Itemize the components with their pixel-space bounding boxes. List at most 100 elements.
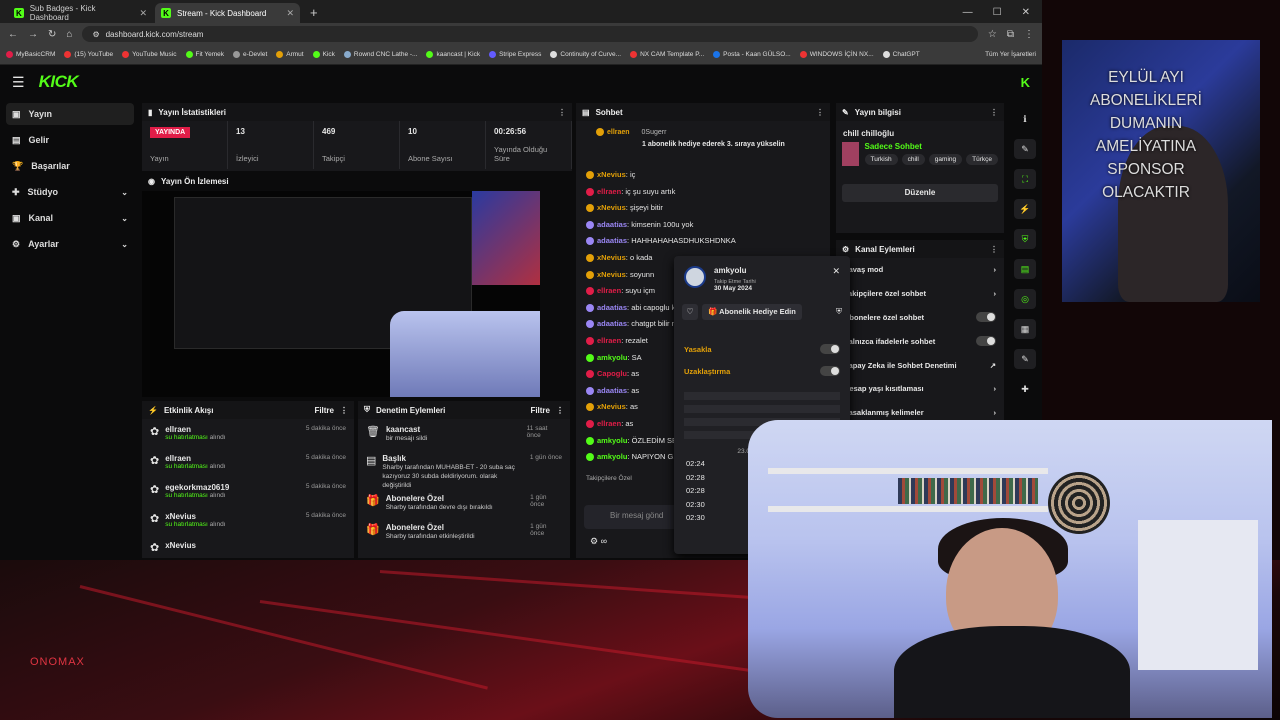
more-options-icon[interactable]: ⋮ (340, 406, 348, 415)
site-info-icon[interactable]: ⚙ (92, 30, 99, 39)
chat-username[interactable]: xNevius (597, 203, 626, 212)
more-options-icon[interactable]: ⋮ (990, 108, 998, 117)
maximize-icon[interactable]: ☐ (993, 7, 1002, 18)
channel-action[interactable]: Yapay Zeka ile Sohbet Denetimi ↗ (836, 353, 1004, 377)
add-widget-icon[interactable]: ✚ (1014, 379, 1036, 399)
nav-item[interactable]: ⚙ Ayarlar ⌄ (6, 233, 134, 255)
chat-username[interactable]: Capoglu (597, 369, 627, 378)
url-field[interactable]: ⚙ dashboard.kick.com/stream (82, 26, 978, 42)
broadcast-icon[interactable]: ◎ (1014, 289, 1036, 309)
bookmark-item[interactable]: MyBasicCRM (6, 50, 55, 58)
more-options-icon[interactable]: ⋮ (558, 108, 566, 117)
bookmark-star-icon[interactable]: ☆ (988, 29, 997, 40)
bookmark-item[interactable]: Kick (312, 50, 335, 58)
chat-username[interactable]: adaatias (597, 386, 627, 395)
chat-message[interactable]: adaatias: kimsenin 100u yok (586, 217, 820, 234)
wrench-icon[interactable]: ✎ (1014, 349, 1036, 369)
chat-message[interactable]: ellraen: iç şu suyu artık (586, 184, 820, 201)
back-icon[interactable]: ← (8, 29, 18, 40)
chat-username[interactable]: xNevius (597, 170, 626, 179)
moderation-item[interactable]: 🎁 Abonelere Özel Sharby tarafından devre d… (366, 490, 562, 519)
nav-item[interactable]: ▤ Gelir (6, 129, 134, 151)
activity-item[interactable]: ✿ ellraen su hatırlatması alındı 5 dakika ö… (150, 450, 346, 479)
chat-username[interactable]: amkyolu (597, 353, 627, 362)
edit-button[interactable]: Düzenle (842, 184, 998, 202)
chevron-right-icon[interactable]: › (994, 408, 997, 417)
bookmark-item[interactable]: Posta - Kaan GÜLSO... (713, 50, 791, 58)
expand-icon[interactable]: ⛶ (1014, 169, 1036, 189)
bookmark-item[interactable]: Armut (276, 50, 304, 58)
chat-message[interactable]: xNevius: şişeyi bitir (586, 200, 820, 217)
shield-icon[interactable]: ⛨ (1014, 229, 1036, 249)
toggle-switch[interactable] (976, 312, 996, 323)
ban-toggle[interactable] (820, 344, 840, 354)
info-icon[interactable]: ℹ (1014, 109, 1036, 129)
close-icon[interactable]: ✕ (832, 266, 840, 292)
nav-item[interactable]: ✚ Stüdyo ⌄ (6, 181, 134, 203)
all-bookmarks[interactable]: Tüm Yer İşaretleri (985, 51, 1036, 58)
hamburger-menu-icon[interactable]: ☰ (12, 74, 25, 91)
kick-logo[interactable]: KICK (39, 72, 79, 92)
chevron-down-icon[interactable]: ⌄ (121, 240, 128, 249)
bookmark-item[interactable]: Stripe Express (489, 50, 541, 58)
minimize-icon[interactable]: — (963, 7, 973, 18)
follow-heart-button[interactable]: ♡ (682, 304, 698, 320)
more-options-icon[interactable]: ⋮ (816, 108, 824, 117)
bookmark-item[interactable]: ChatGPT (882, 50, 920, 58)
stream-tag[interactable]: Turkish (864, 154, 898, 165)
menu-dots-icon[interactable]: ⋮ (1024, 29, 1034, 40)
stream-preview[interactable] (142, 191, 540, 397)
filter-button[interactable]: Filtre (530, 406, 550, 415)
tab-stream[interactable]: K Stream - Kick Dashboard ✕ (155, 3, 300, 23)
moderation-item[interactable]: 🎁 Abonelere Özel Sharby tarafından etkinle… (366, 519, 562, 548)
new-tab-icon[interactable]: + (302, 5, 326, 23)
tab-sub-badges[interactable]: K Sub Badges - Kick Dashboard ✕ (8, 3, 153, 23)
reload-icon[interactable]: ↻ (48, 29, 56, 40)
gift-sub-button[interactable]: 🎁 Abonelik Hediye Edin (702, 304, 802, 320)
close-icon[interactable]: ✕ (286, 8, 294, 19)
bookmark-item[interactable]: (15) YouTube (64, 50, 113, 58)
chat-message[interactable]: xNevius: iç (586, 167, 820, 184)
chat-username[interactable]: ellraen (597, 286, 621, 295)
chat-username[interactable]: amkyolu (597, 452, 627, 461)
channel-action[interactable]: Yavaş mod › (836, 258, 1004, 282)
nav-item[interactable]: ▣ Yayın (6, 103, 134, 125)
chat-username[interactable]: xNevius (597, 270, 626, 279)
kick-k-icon[interactable]: K (1021, 75, 1030, 90)
chat-username[interactable]: amkyolu (597, 436, 627, 445)
chat-message[interactable]: adaatias: HAHHAHAHASDHUKSHDNKA (586, 233, 820, 250)
bookmark-item[interactable]: kaancast | Kick (426, 50, 480, 58)
chat-username[interactable]: adaatias (597, 220, 627, 229)
bookmark-item[interactable]: WINDOWS İÇİN NX... (799, 50, 874, 58)
moderation-item[interactable]: 🗑 kaancast bir mesajı sildi 11 saat önce (366, 421, 562, 450)
nav-item[interactable]: 🏆 Başarılar (6, 155, 134, 177)
bookmark-item[interactable]: YouTube Music (122, 50, 177, 58)
more-options-icon[interactable]: ⋮ (990, 245, 998, 254)
chevron-down-icon[interactable]: ⌄ (121, 214, 128, 223)
close-window-icon[interactable]: ✕ (1022, 7, 1030, 18)
chevron-right-icon[interactable]: › (994, 265, 997, 274)
bookmark-item[interactable]: NX CAM Template P... (630, 50, 704, 58)
chat-username[interactable]: adaatias (597, 319, 627, 328)
layout-icon[interactable]: ▦ (1014, 319, 1036, 339)
chat-username[interactable]: ellraen (597, 187, 621, 196)
activity-item[interactable]: ✿ egekorkmaz0619 su hatırlatması alındı 5 d… (150, 479, 346, 508)
filter-button[interactable]: Filtre (314, 406, 334, 415)
activity-item[interactable]: ✿ xNevius (150, 537, 346, 558)
chat-username[interactable]: ellraen (597, 336, 621, 345)
channel-action[interactable]: Abonelere özel sohbet (836, 306, 1004, 330)
pencil-icon[interactable]: ✎ (1014, 139, 1036, 159)
chevron-right-icon[interactable]: › (994, 289, 997, 298)
activity-item[interactable]: ✿ ellraen su hatırlatması alındı 5 dakika ö… (150, 421, 346, 450)
bookmark-item[interactable]: Rownd CNC Lathe -... (343, 50, 417, 58)
moderation-item[interactable]: ▤ Başlık Sharby tarafından MUHABB-ET - 20 … (366, 450, 562, 490)
forward-icon[interactable]: → (28, 29, 38, 40)
chevron-right-icon[interactable]: › (994, 384, 997, 393)
channel-action[interactable]: Hesap yaşı kısıtlaması › (836, 377, 1004, 401)
lightning-icon[interactable]: ⚡ (1014, 199, 1036, 219)
channel-action[interactable]: Yalnızca ifadelerle sohbet (836, 329, 1004, 353)
external-link-icon[interactable]: ↗ (990, 361, 996, 370)
more-options-icon[interactable]: ⋮ (556, 406, 564, 415)
pinned-banner[interactable]: ellraen 0Sugerr 1 abonelik hediye ederek… (576, 121, 830, 165)
activity-item[interactable]: ✿ xNevius su hatırlatması alındı 5 dakika ö… (150, 508, 346, 537)
